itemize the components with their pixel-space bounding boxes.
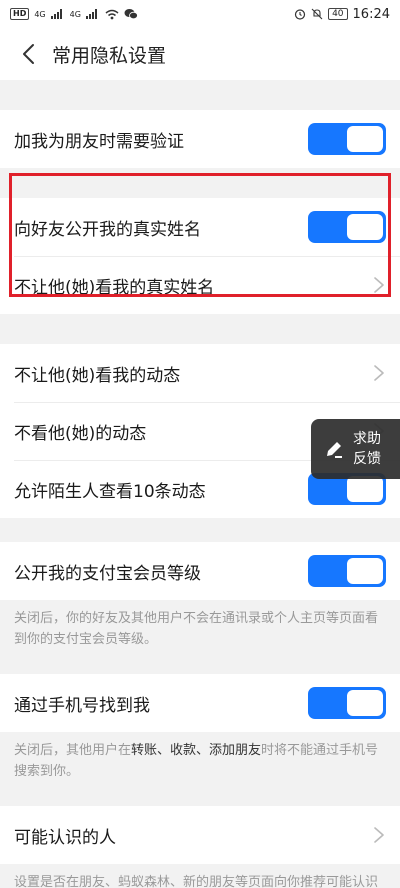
chevron-left-icon bbox=[23, 44, 34, 64]
phone-group: 通过手机号找到我 bbox=[0, 674, 400, 732]
people-may-know-row[interactable]: 可能认识的人 bbox=[0, 806, 400, 864]
verify-friend-toggle[interactable] bbox=[308, 123, 386, 155]
wifi-icon bbox=[105, 9, 119, 19]
friend-settings-group: 加我为朋友时需要验证 bbox=[0, 110, 400, 168]
signal-1-label: 4G bbox=[34, 9, 46, 19]
member-level-note: 关闭后，你的好友及其他用户不会在通讯录或个人主页等页面看到你的支付宝会员等级。 bbox=[0, 600, 400, 660]
member-level-group: 公开我的支付宝会员等级 bbox=[0, 542, 400, 600]
show-real-name-toggle[interactable] bbox=[308, 211, 386, 243]
pencil-icon bbox=[327, 442, 342, 458]
chevron-right-icon bbox=[374, 365, 384, 381]
find-by-phone-row[interactable]: 通过手机号找到我 bbox=[0, 674, 400, 732]
nav-header: 常用隐私设置 bbox=[0, 28, 400, 80]
chevron-right-icon bbox=[374, 277, 384, 293]
feedback-line-1: 求助 bbox=[353, 431, 381, 447]
toggle-knob bbox=[347, 126, 383, 152]
signal-icon bbox=[50, 9, 62, 19]
toggle-knob bbox=[347, 214, 383, 240]
member-level-label: 公开我的支付宝会员等级 bbox=[14, 563, 201, 584]
phone-note-bold: 转账、收款、添加朋友 bbox=[131, 743, 262, 758]
feedback-line-2: 反馈 bbox=[353, 451, 381, 467]
alarm-icon bbox=[294, 9, 306, 20]
member-level-row[interactable]: 公开我的支付宝会员等级 bbox=[0, 542, 400, 600]
hide-my-moments-label: 不让他(她)看我的动态 bbox=[14, 365, 181, 386]
status-left: HD 4G 4G bbox=[10, 8, 138, 20]
stranger-view-label: 允许陌生人查看10条动态 bbox=[14, 481, 206, 502]
people-group: 可能认识的人 bbox=[0, 806, 400, 864]
feedback-button[interactable]: 求助 反馈 bbox=[311, 419, 400, 479]
feedback-label: 求助 反馈 bbox=[353, 429, 381, 469]
people-may-know-label: 可能认识的人 bbox=[14, 827, 116, 848]
toggle-knob bbox=[347, 558, 383, 584]
mute-icon bbox=[311, 8, 323, 20]
hide-real-name-row[interactable]: 不让他(她)看我的真实姓名 bbox=[0, 256, 400, 314]
find-by-phone-label: 通过手机号找到我 bbox=[14, 695, 150, 716]
verify-friend-row[interactable]: 加我为朋友时需要验证 bbox=[0, 110, 400, 168]
people-note: 设置是否在朋友、蚂蚁森林、新的朋友等页面向你推荐可能认识的人。 bbox=[0, 864, 400, 888]
member-level-toggle[interactable] bbox=[308, 555, 386, 587]
battery-indicator: 40 bbox=[328, 8, 348, 20]
phone-note-prefix: 关闭后，其他用户在 bbox=[14, 743, 132, 758]
page-title: 常用隐私设置 bbox=[52, 44, 167, 67]
find-by-phone-toggle[interactable] bbox=[308, 687, 386, 719]
back-button[interactable] bbox=[14, 40, 42, 68]
chevron-right-icon bbox=[374, 827, 384, 843]
show-real-name-row[interactable]: 向好友公开我的真实姓名 bbox=[0, 198, 400, 256]
hide-my-moments-row[interactable]: 不让他(她)看我的动态 bbox=[0, 344, 400, 402]
verify-friend-label: 加我为朋友时需要验证 bbox=[14, 131, 184, 152]
signal-icon bbox=[85, 9, 97, 19]
real-name-group: 向好友公开我的真实姓名 不让他(她)看我的真实姓名 bbox=[0, 198, 400, 314]
toggle-knob bbox=[347, 690, 383, 716]
status-right: 40 16:24 bbox=[294, 7, 390, 22]
clock: 16:24 bbox=[352, 6, 390, 22]
show-real-name-label: 向好友公开我的真实姓名 bbox=[14, 219, 201, 240]
status-bar: HD 4G 4G 40 16:24 bbox=[0, 0, 400, 28]
not-see-moments-label: 不看他(她)的动态 bbox=[14, 423, 147, 444]
toggle-knob bbox=[347, 476, 383, 502]
wechat-icon bbox=[124, 9, 138, 20]
hd-indicator: HD bbox=[10, 8, 30, 20]
signal-2-label: 4G bbox=[69, 9, 81, 19]
phone-note: 关闭后，其他用户在转账、收款、添加朋友时将不能通过手机号搜索到你。 bbox=[0, 732, 400, 792]
hide-real-name-label: 不让他(她)看我的真实姓名 bbox=[14, 277, 215, 298]
